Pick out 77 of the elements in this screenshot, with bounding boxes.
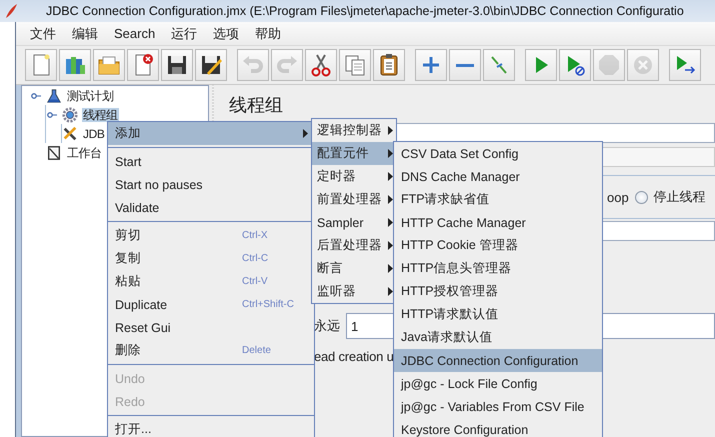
menu-item[interactable]: Validate bbox=[108, 196, 314, 219]
toolbar-button[interactable] bbox=[373, 49, 405, 81]
menu-item[interactable]: Duplicate Ctrl+Shift-C bbox=[108, 293, 314, 316]
submenu-arrow-icon bbox=[388, 218, 393, 227]
toolbar-button[interactable] bbox=[161, 49, 193, 81]
submenu-arrow-icon bbox=[388, 241, 393, 250]
radio-label: oop bbox=[607, 190, 629, 204]
toolbar-button[interactable] bbox=[305, 49, 337, 81]
copy-icon bbox=[343, 53, 367, 77]
radio-label: 停止线程 bbox=[654, 188, 706, 206]
stop-sign-icon bbox=[597, 53, 621, 77]
menu-item[interactable]: 逻辑控制器 bbox=[312, 119, 396, 142]
gear-icon bbox=[62, 106, 78, 122]
menu-item[interactable]: CSV Data Set Config bbox=[394, 142, 602, 165]
menu-item[interactable]: 添加 bbox=[108, 122, 314, 145]
menu-item[interactable]: 前置处理器 bbox=[312, 188, 396, 211]
menu-item[interactable]: 定时器 bbox=[312, 165, 396, 188]
menu-item[interactable]: Start no pauses bbox=[108, 173, 314, 196]
menu-item[interactable]: 剪切 Ctrl-X bbox=[108, 224, 314, 247]
menu-item[interactable]: 文件 bbox=[22, 24, 64, 42]
tree-handle-icon bbox=[30, 92, 42, 100]
menu-item[interactable]: Sampler bbox=[312, 211, 396, 234]
menu-item[interactable]: HTTP信息头管理器 bbox=[394, 257, 602, 280]
field-label: 永远 bbox=[314, 317, 340, 335]
window-title: JDBC Connection Configuration.jmx (E:\Program Files\jmeter\apache-jmeter-3.0\bin\JDBC Connection Configuratio bbox=[46, 4, 684, 18]
tree-node[interactable]: 工作台 bbox=[66, 146, 103, 160]
menu-item[interactable]: JDBC Connection Configuration bbox=[394, 349, 602, 372]
wrench-screwdriver-icon bbox=[62, 126, 78, 142]
radio-button[interactable] bbox=[634, 190, 648, 204]
menu-item[interactable]: 选项 bbox=[205, 24, 248, 42]
menu-item[interactable]: 运行 bbox=[163, 24, 206, 42]
menu-item[interactable]: jp@gc - Lock File Config bbox=[394, 372, 602, 395]
submenu-arrow-icon bbox=[388, 126, 393, 135]
flask-icon bbox=[46, 88, 62, 104]
menu-item[interactable]: 监听器 bbox=[312, 280, 396, 303]
menu-item[interactable]: 后置处理器 bbox=[312, 234, 396, 257]
tree-node[interactable]: JDB bbox=[82, 126, 106, 140]
menu-item[interactable]: 配置元件 bbox=[312, 142, 396, 165]
menu-item[interactable]: 复制 Ctrl-C bbox=[108, 247, 314, 270]
panel-title: 线程组 bbox=[228, 94, 284, 117]
tree-handle-icon bbox=[46, 110, 58, 118]
menu-item[interactable]: Keystore Configuration bbox=[394, 418, 602, 437]
menu-item[interactable]: 删除 Delete bbox=[108, 339, 314, 362]
menu-item[interactable]: 打开... bbox=[108, 418, 314, 437]
menu-item[interactable]: Java请求默认值 bbox=[394, 326, 602, 349]
menu-item[interactable]: jp@gc - Variables From CSV File bbox=[394, 395, 602, 418]
menu-item[interactable]: Search bbox=[106, 26, 164, 41]
minus-icon bbox=[456, 64, 474, 66]
menu-item[interactable]: 粘贴 Ctrl-V bbox=[108, 270, 314, 293]
menu-item[interactable]: 编辑 bbox=[64, 24, 106, 42]
submenu-arrow-icon bbox=[388, 149, 393, 158]
notepad-icon bbox=[46, 144, 62, 160]
field-label: ead creation u bbox=[314, 349, 394, 364]
menu-item[interactable]: 帮助 bbox=[247, 24, 290, 42]
submenu-arrow-icon bbox=[388, 195, 393, 204]
menu-item[interactable]: Reset Gui bbox=[108, 316, 314, 339]
menu-item[interactable]: Start bbox=[108, 150, 314, 173]
toolbar-button[interactable] bbox=[195, 49, 227, 81]
x-circle-icon bbox=[631, 53, 655, 77]
submenu-arrow-icon bbox=[388, 172, 393, 181]
menu-item[interactable]: HTTP Cookie 管理器 bbox=[394, 234, 602, 257]
scissors-icon bbox=[309, 53, 333, 77]
menu-item[interactable]: DNS Cache Manager bbox=[394, 165, 602, 188]
toolbar-button[interactable] bbox=[127, 49, 159, 81]
menu-item[interactable]: HTTP Cache Manager bbox=[394, 211, 602, 234]
menu-item[interactable]: FTP请求缺省值 bbox=[394, 188, 602, 211]
menu-item[interactable]: HTTP请求默认值 bbox=[394, 303, 602, 326]
submenu-arrow-icon bbox=[388, 287, 393, 296]
toolbar-button[interactable] bbox=[559, 49, 591, 81]
tree-node[interactable]: 线程组 bbox=[82, 108, 119, 122]
submenu-arrow-icon bbox=[303, 129, 308, 138]
floppy-pencil-icon bbox=[199, 53, 223, 77]
menu-item[interactable]: 断言 bbox=[312, 257, 396, 280]
submenu-arrow-icon bbox=[388, 264, 393, 273]
feather-icon bbox=[4, 3, 18, 19]
tree-node[interactable]: 测试计划 bbox=[66, 88, 114, 102]
menu-item[interactable]: HTTP授权管理器 bbox=[394, 280, 602, 303]
